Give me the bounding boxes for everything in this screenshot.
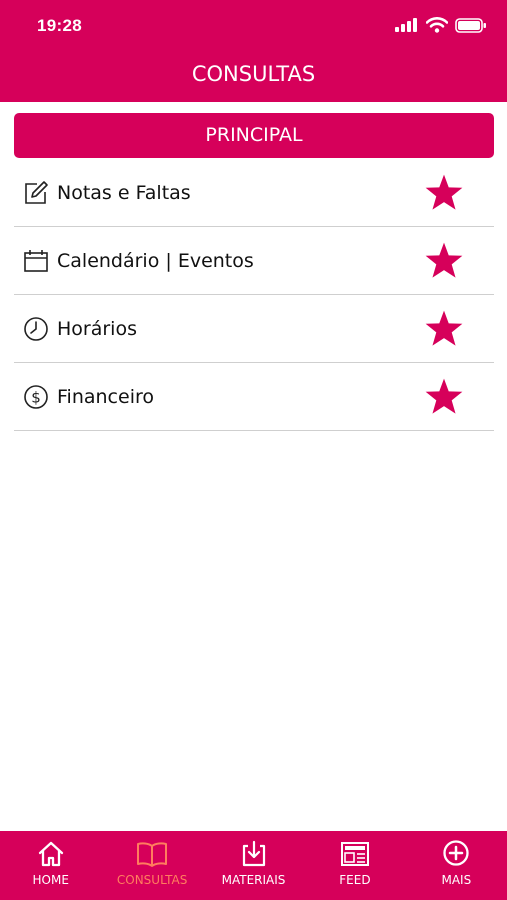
download-icon [242, 840, 265, 867]
edit-icon [25, 180, 48, 204]
tab-label: CONSULTAS [116, 873, 188, 887]
plus-circle-icon [443, 840, 469, 866]
nav-bar: CONSULTAS [0, 52, 507, 102]
page-title: CONSULTAS [191, 62, 316, 86]
tab-feed[interactable]: FEED [304, 831, 405, 900]
status-time: 19:28 [37, 16, 82, 35]
svg-text:$: $ [31, 388, 41, 406]
menu-item-label: Financeiro [57, 385, 154, 408]
wifi-icon [426, 17, 448, 33]
tab-label: FEED [339, 873, 371, 887]
status-icons [395, 17, 487, 33]
menu-item-notas-e-faltas[interactable]: Notas e Faltas [14, 159, 494, 227]
tab-label: MAIS [441, 873, 472, 887]
tab-bar: HOME CONSULTAS MATERIAIS FEED MAIS [0, 831, 507, 900]
star-icon[interactable] [422, 376, 466, 418]
battery-icon [455, 17, 486, 33]
tab-consultas[interactable]: CONSULTAS [101, 831, 202, 900]
star-icon[interactable] [422, 308, 466, 350]
tab-label: HOME [32, 873, 69, 887]
newspaper-icon [340, 842, 369, 866]
calendar-icon [24, 249, 48, 272]
tab-label: MATERIAIS [221, 873, 286, 887]
star-icon[interactable] [422, 240, 466, 282]
menu-item-calendario-eventos[interactable]: Calendário | Eventos [14, 227, 494, 295]
menu-item-label: Notas e Faltas [57, 181, 191, 204]
dollar-icon: $ [24, 384, 48, 409]
tab-mais[interactable]: MAIS [406, 831, 507, 900]
tab-materiais[interactable]: MATERIAIS [203, 831, 304, 900]
menu-item-financeiro[interactable]: $ Financeiro [14, 363, 494, 431]
clock-icon [24, 316, 48, 341]
section-header-principal: PRINCIPAL [14, 113, 494, 158]
signal-icon [395, 18, 417, 32]
tab-home[interactable]: HOME [0, 831, 101, 900]
home-icon [38, 841, 63, 867]
menu-item-horarios[interactable]: Horários [14, 295, 494, 363]
book-icon [137, 842, 168, 867]
menu-list: Notas e Faltas Calendário | Eventos Horá… [14, 159, 494, 431]
menu-item-label: Calendário | Eventos [57, 249, 254, 272]
menu-item-label: Horários [57, 317, 137, 340]
status-bar: 19:28 [0, 0, 507, 52]
star-icon[interactable] [422, 172, 466, 214]
